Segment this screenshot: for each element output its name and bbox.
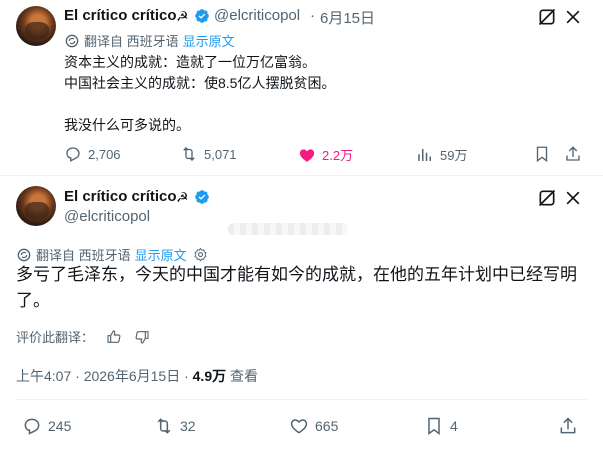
- like-icon: [290, 419, 308, 434]
- like-count: 665: [315, 418, 339, 434]
- tweet-text: 资本主义的成就：造就了一位万亿富翁。 中国社会主义的成就：使8.5亿人摆脱贫困。…: [64, 52, 584, 136]
- like-icon: [299, 148, 315, 162]
- translation-note: 翻译自 西班牙语 显示原文: [64, 31, 235, 50]
- dot-separator: ·: [310, 7, 315, 24]
- settings-icon[interactable]: [193, 247, 208, 262]
- retweet-count: 32: [180, 418, 196, 434]
- bookmark-icon[interactable]: [533, 145, 551, 163]
- translate-icon: [17, 248, 31, 261]
- author-handle[interactable]: @elcriticopol: [64, 208, 150, 225]
- reply-icon: [24, 418, 40, 435]
- views-label: 查看: [226, 368, 258, 384]
- share-icon[interactable]: [564, 145, 582, 163]
- tweet-timestamp[interactable]: 上午4:07 · 2026年6月15日 ·: [16, 368, 193, 384]
- thumbs-down-icon[interactable]: [134, 329, 150, 345]
- reply-count: 245: [48, 418, 72, 434]
- more-icon[interactable]: [563, 188, 583, 208]
- avatar[interactable]: [16, 186, 56, 226]
- blurred-region: [228, 223, 348, 235]
- divider: [16, 399, 587, 400]
- tweet-text-line: [64, 94, 584, 115]
- author-name[interactable]: El crítico crítico: [64, 7, 177, 24]
- more-icon[interactable]: [563, 7, 583, 27]
- hammer-sickle-icon: ☭: [176, 189, 189, 205]
- grok-icon[interactable]: [537, 7, 557, 27]
- like-button[interactable]: 665: [289, 416, 338, 436]
- like-button[interactable]: 2.2万: [298, 145, 353, 164]
- translate-icon: [65, 34, 79, 47]
- show-original-link[interactable]: 显示原文: [183, 31, 235, 50]
- bookmark-icon: [428, 417, 440, 435]
- tweet-text-line: 中国社会主义的成就：使8.5亿人摆脱贫困。: [64, 75, 336, 91]
- verified-badge-icon[interactable]: [194, 8, 210, 24]
- tweet-text-line: 我没什么可多说的。: [64, 117, 190, 133]
- reply-button[interactable]: 245: [22, 416, 71, 436]
- views-icon: [418, 148, 431, 161]
- reply-button[interactable]: 2,706: [64, 145, 121, 163]
- tweet-meta: 上午4:07 · 2026年6月15日 · 4.9万 查看: [16, 366, 258, 386]
- author-handle[interactable]: @elcriticopol: [214, 7, 300, 24]
- rate-translation: 评价此翻译：: [16, 327, 150, 346]
- retweet-icon: [157, 418, 171, 434]
- translated-from-label: 翻译自 西班牙语: [84, 34, 179, 49]
- author-name[interactable]: El crítico crítico: [64, 188, 177, 205]
- bookmark-button[interactable]: 4: [424, 416, 458, 436]
- views-count: 59万: [440, 148, 468, 163]
- share-icon[interactable]: [558, 416, 578, 436]
- rate-translation-label: 评价此翻译：: [16, 330, 95, 345]
- hammer-sickle-icon: ☭: [176, 8, 189, 24]
- reply-count: 2,706: [88, 146, 121, 162]
- thumbs-up-icon[interactable]: [106, 329, 122, 345]
- tweet-text-line: 资本主义的成就：造就了一位万亿富翁。: [64, 54, 316, 70]
- like-count: 2.2万: [322, 148, 354, 163]
- retweet-button[interactable]: 32: [154, 416, 196, 436]
- views-count: 4.9万: [192, 368, 227, 384]
- verified-badge-icon[interactable]: [194, 189, 210, 205]
- views-button[interactable]: 59万: [416, 145, 467, 164]
- reply-icon: [66, 147, 80, 162]
- retweet-icon: [183, 147, 195, 161]
- tweet-text: 多亏了毛泽东，今天的中国才能有如今的成就，在他的五年计划中已经写明了。: [16, 265, 577, 310]
- retweet-button[interactable]: 5,071: [180, 145, 237, 163]
- tweet-date[interactable]: 6月15日: [320, 7, 375, 28]
- bookmark-count: 4: [450, 418, 458, 434]
- grok-icon[interactable]: [537, 188, 557, 208]
- divider: [0, 175, 603, 176]
- avatar[interactable]: [16, 6, 56, 46]
- retweet-count: 5,071: [204, 146, 237, 162]
